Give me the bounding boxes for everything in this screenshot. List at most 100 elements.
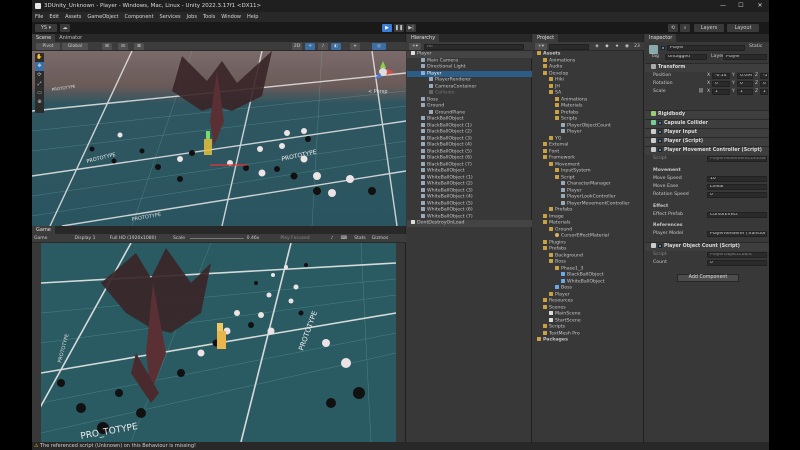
rigidbody-header[interactable]: Rigidbody [645, 110, 769, 119]
rotation-y-input[interactable]: 0 [737, 81, 753, 87]
add-component-button[interactable]: Add Component [677, 274, 739, 282]
maximize-button[interactable]: ☐ [732, 0, 750, 12]
play-button[interactable]: ▶ [382, 24, 392, 32]
pivot-dropdown[interactable]: Pivot [36, 43, 60, 50]
scale-y-input[interactable]: 1 [737, 89, 753, 95]
tab-scene[interactable]: Scene [32, 34, 56, 42]
rect-tool-icon[interactable]: ▭ [35, 89, 44, 98]
tab-inspector[interactable]: Inspector [645, 34, 677, 42]
pause-button[interactable]: ❚❚ [394, 24, 404, 32]
player-input-header[interactable]: Player Input [645, 128, 769, 137]
resolution-dropdown[interactable]: Full HD (1920x1080) [102, 235, 164, 242]
scale-tool-icon[interactable]: ⤢ [35, 80, 44, 89]
stats-button[interactable]: Stats [352, 235, 368, 242]
tag-dropdown[interactable]: Untagged [665, 53, 707, 60]
enabled-checkbox[interactable] [658, 243, 662, 248]
increment-icon[interactable]: ⊠ [134, 43, 144, 50]
shortcuts-icon[interactable]: ⌨ [340, 235, 348, 242]
player-script-header[interactable]: Player (Script) [645, 137, 769, 146]
enabled-checkbox[interactable] [658, 129, 662, 134]
step-button[interactable]: ▶| [406, 24, 416, 32]
scale-x-input[interactable]: 1 [712, 89, 730, 95]
count-input[interactable]: 0 [707, 260, 767, 266]
grid-icon[interactable]: ⊞ [102, 43, 112, 50]
effects-icon[interactable]: ◐ [331, 43, 341, 50]
favorite-icon[interactable]: ★ [613, 43, 621, 50]
menu-tools[interactable]: Tools [200, 12, 218, 22]
close-button[interactable]: ✕ [751, 0, 769, 12]
enabled-checkbox[interactable] [658, 147, 662, 152]
move-speed-input[interactable]: 10 [707, 176, 767, 182]
filter-type-icon[interactable]: ◈ [593, 43, 601, 50]
layout-dropdown[interactable]: Layout [727, 24, 759, 32]
move-tool-icon[interactable]: ✥ [35, 62, 44, 71]
menu-gameobject[interactable]: GameObject [84, 12, 121, 22]
player-model-field[interactable]: PlayerRenderer (Transform) [707, 231, 767, 237]
minimize-button[interactable]: — [714, 0, 732, 12]
tab-game[interactable]: Game [32, 226, 55, 234]
transform-header[interactable]: Transform [645, 63, 769, 72]
scale-lock-icon[interactable]: ⛓ [698, 88, 704, 96]
player-movement-controller-header[interactable]: Player Movement Controller (Script) [645, 146, 769, 155]
lighting-icon[interactable]: ☀ [305, 43, 315, 50]
effect-prefab-field[interactable]: CursorEffect [707, 212, 767, 218]
tab-hierarchy[interactable]: Hierarchy [407, 34, 440, 42]
search-icon[interactable]: ⌕ [680, 24, 690, 32]
global-dropdown[interactable]: Global [62, 43, 88, 50]
snap-icon[interactable]: ⊟ [118, 43, 128, 50]
scale-slider[interactable] [190, 238, 244, 239]
capsule-collider-header[interactable]: Capsule Collider [645, 119, 769, 128]
view-tool-icon[interactable]: ✋ [35, 53, 44, 62]
static-toggle[interactable]: Static [749, 44, 762, 49]
status-message[interactable]: The referenced script (Unknown) on this … [40, 443, 196, 449]
rotation-z-input[interactable]: 0 [760, 81, 768, 87]
gizmos-button[interactable]: Gizmos [370, 235, 390, 242]
layers-dropdown[interactable]: Layers [694, 24, 724, 32]
move-ease-dropdown[interactable]: Linear [707, 184, 767, 190]
active-checkbox[interactable] [661, 46, 665, 50]
menu-component[interactable]: Component [122, 12, 157, 22]
gizmos-icon[interactable]: ◎ [372, 43, 386, 50]
rotation-speed-input[interactable]: 0 [707, 192, 767, 198]
object-name-input[interactable]: Player [667, 44, 745, 51]
menu-window[interactable]: Window [218, 12, 244, 22]
player-object-count-header[interactable]: Player Object Count (Script) [645, 242, 769, 251]
rotate-tool-icon[interactable]: ⟳ [35, 71, 44, 80]
hierarchy-search-input[interactable]: All [424, 43, 524, 50]
2d-toggle[interactable]: 2D [292, 43, 302, 50]
filter-label-icon[interactable]: ◆ [603, 43, 611, 50]
tab-animator[interactable]: Animator [55, 34, 86, 42]
menu-help[interactable]: Help [244, 12, 261, 22]
persp-label[interactable]: < Persp [368, 89, 388, 95]
audio-icon[interactable]: ♪ [318, 43, 328, 50]
enabled-checkbox[interactable] [658, 138, 662, 143]
account-dropdown[interactable]: YS ▾ [35, 24, 57, 32]
hierarchy-scene-root[interactable]: DontDestroyOnLoad [407, 220, 532, 227]
rotation-x-input[interactable]: 0 [712, 81, 730, 87]
menu-assets[interactable]: Assets [62, 12, 84, 22]
transform-tool-icon[interactable]: ⊕ [35, 98, 44, 107]
enabled-checkbox[interactable] [658, 120, 662, 125]
scene-viewport[interactable]: PROTOTYPE PROTOTYPE PROTOTYPE PROTOTYPE … [32, 51, 406, 226]
add-object-button[interactable]: +▾ [409, 43, 421, 50]
project-search-input[interactable] [549, 43, 589, 50]
menu-services[interactable]: Services [157, 12, 184, 22]
scale-z-input[interactable]: 1 [760, 89, 768, 95]
project-folder[interactable]: Packages [533, 337, 568, 344]
scene-gizmo-icon[interactable] [370, 59, 396, 85]
menu-edit[interactable]: Edit [46, 12, 62, 22]
layer-dropdown[interactable]: Player [723, 53, 767, 60]
menu-file[interactable]: File [32, 12, 46, 22]
play-focused-dropdown[interactable]: Play Focused [274, 235, 316, 242]
display-dropdown[interactable]: Display 1 [70, 235, 100, 242]
menu-jobs[interactable]: Jobs [184, 12, 200, 22]
game-mode-dropdown[interactable]: Game [34, 235, 64, 242]
position-x-input[interactable]: -0.14 [712, 73, 730, 79]
position-y-input[interactable]: 0.09999 [737, 73, 753, 79]
cloud-icon[interactable]: ☁ [60, 24, 70, 32]
visibility-icon[interactable]: ◉ [623, 43, 631, 50]
camera-icon[interactable]: ⌖ [350, 43, 360, 50]
game-viewport[interactable]: PROTOTYPE PROTOTYPE PRO_TOTYPE [41, 243, 396, 442]
position-z-input[interactable]: -12.08 [760, 73, 768, 79]
history-icon[interactable]: ⟲ [668, 24, 678, 32]
